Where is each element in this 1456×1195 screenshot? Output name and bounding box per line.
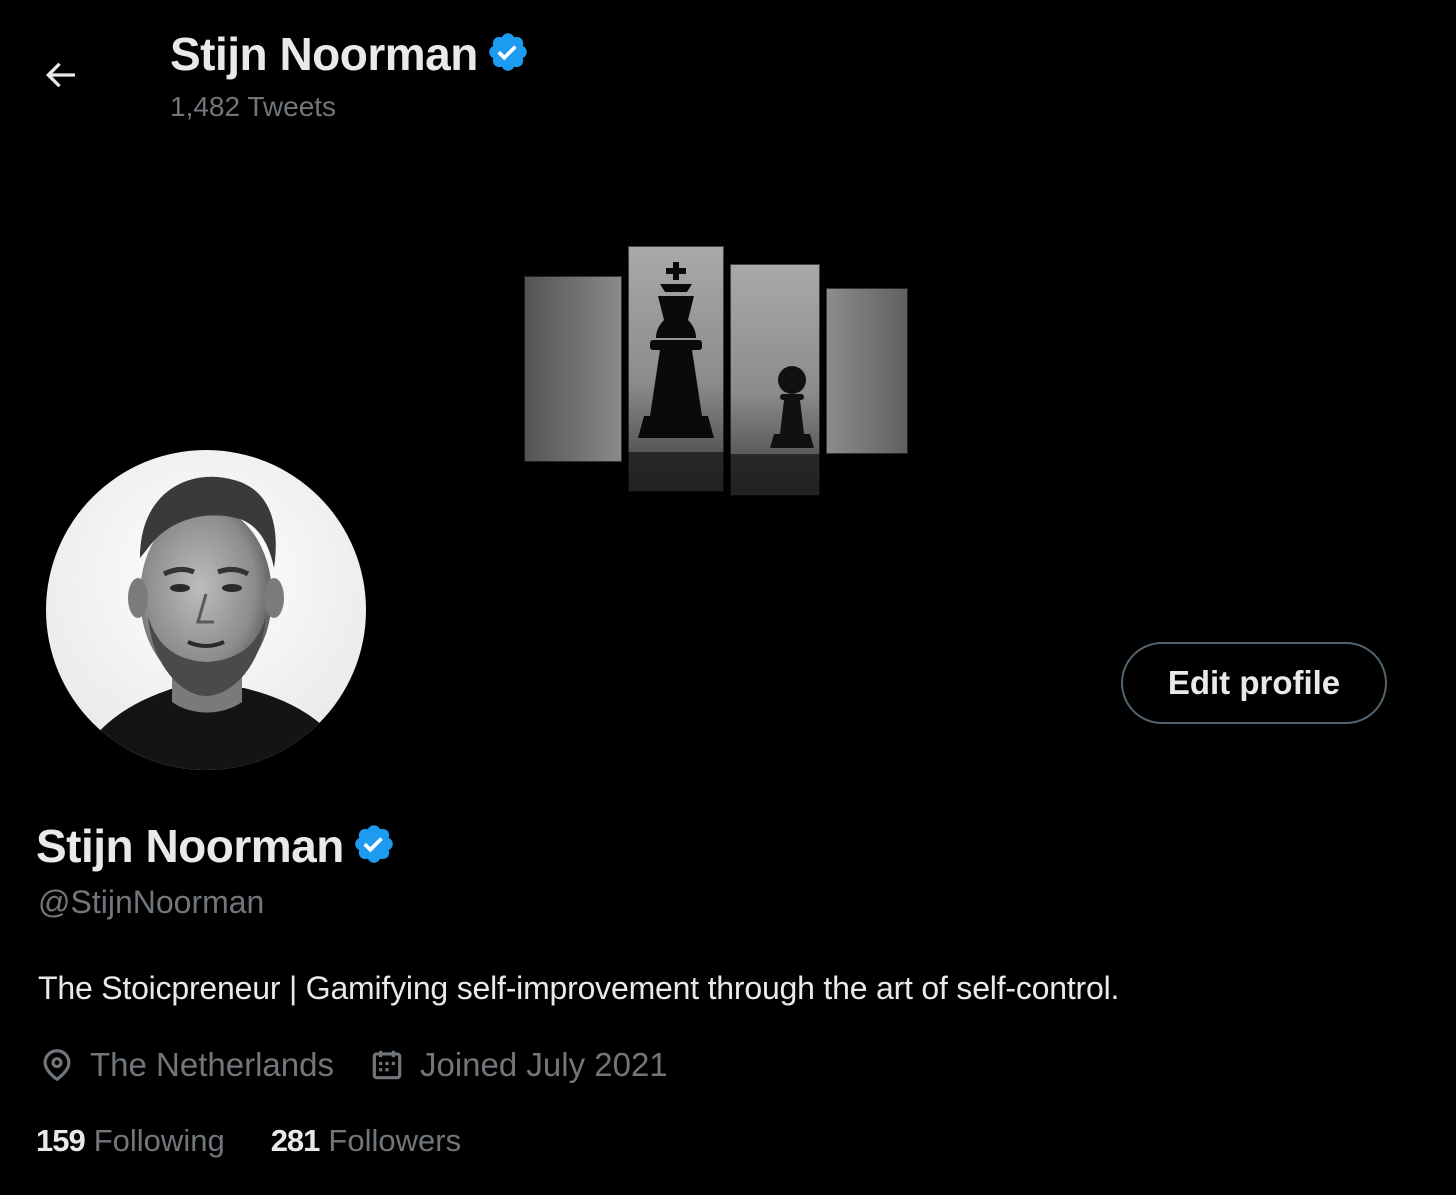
- profile-name: Stijn Noorman: [36, 820, 344, 872]
- profile-header: Stijn Noorman 1,482 Tweets: [0, 0, 1456, 140]
- avatar[interactable]: [44, 448, 368, 772]
- tweet-count: 1,482 Tweets: [170, 91, 337, 122]
- back-button[interactable]: [28, 45, 92, 105]
- profile-name-row: Stijn Noorman: [36, 816, 396, 876]
- follow-stats: 159 Following 281 Followers: [36, 1120, 461, 1162]
- profile-bio: The Stoicpreneur | Gamifying self-improv…: [38, 970, 1120, 1006]
- location-pin-icon: [38, 1046, 76, 1084]
- arrow-left-icon: [45, 62, 75, 88]
- header-title: Stijn Noorman: [170, 26, 530, 82]
- verified-badge-icon[interactable]: [352, 822, 396, 871]
- location-text: The Netherlands: [90, 1046, 334, 1083]
- joined-text: Joined July 2021: [419, 1046, 668, 1083]
- following-label: Following: [93, 1123, 225, 1158]
- profile-meta: The Netherlands Joined July 2021: [38, 1042, 668, 1088]
- followers-count: 281: [270, 1123, 321, 1158]
- profile-handle: @StijnNoorman: [38, 884, 265, 920]
- avatar-photo: [46, 450, 366, 770]
- header-name: Stijn Noorman: [170, 28, 478, 80]
- chess-canvas-image: [523, 245, 909, 497]
- location-item: The Netherlands: [38, 1042, 334, 1088]
- following-count: 159: [36, 1123, 86, 1158]
- followers-label: Followers: [328, 1123, 462, 1158]
- verified-badge-icon: [486, 30, 530, 79]
- followers-link[interactable]: 281 Followers: [271, 1120, 461, 1162]
- calendar-icon: [368, 1046, 406, 1084]
- following-link[interactable]: 159 Following: [36, 1120, 225, 1162]
- edit-profile-button[interactable]: Edit profile: [1121, 642, 1387, 724]
- joined-item: Joined July 2021: [368, 1042, 668, 1088]
